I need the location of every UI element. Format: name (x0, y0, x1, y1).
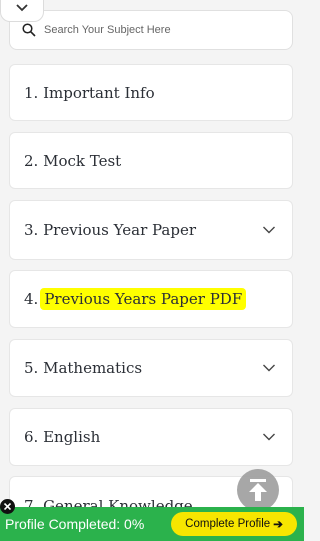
item-label: 2. Mock Test (24, 151, 122, 170)
list-item-important-info[interactable]: 1. Important Info (9, 64, 293, 121)
chevron-down-icon (263, 364, 275, 372)
chevron-down-icon (263, 433, 275, 441)
arrow-right-icon: ➔ (273, 519, 283, 531)
list-item-mathematics[interactable]: 5. Mathematics (9, 339, 293, 397)
list-item-mock-test[interactable]: 2. Mock Test (9, 132, 293, 189)
complete-profile-label: Complete Profile (185, 518, 271, 530)
close-icon (4, 503, 11, 510)
chevron-down-icon (16, 4, 28, 12)
item-label-highlighted: Previous Years Paper PDF (40, 288, 247, 310)
list-item-english[interactable]: 6. English (9, 408, 293, 466)
item-label: 1. Important Info (24, 83, 155, 102)
profile-completion-bar: Profile Completed: 0% Complete Profile ➔ (0, 507, 304, 541)
arrow-up-icon (249, 479, 267, 501)
complete-profile-button[interactable]: Complete Profile ➔ (171, 512, 297, 536)
item-label: 5. Mathematics (24, 359, 143, 377)
close-profile-bar-button[interactable] (0, 499, 15, 514)
item-label: 6. English (24, 428, 101, 446)
search-input[interactable] (44, 24, 274, 36)
search-bar[interactable] (9, 10, 293, 50)
search-icon (22, 23, 36, 37)
scroll-to-top-button[interactable] (237, 469, 279, 511)
list-item-previous-year-paper[interactable]: 3. Previous Year Paper (9, 200, 293, 260)
item-label: 3. Previous Year Paper (24, 221, 197, 239)
list-item-previous-years-paper-pdf[interactable]: 4. Previous Years Paper PDF (9, 270, 293, 328)
item-number: 4. (24, 290, 39, 308)
collapse-toggle-button[interactable] (0, 0, 44, 22)
profile-progress-text: Profile Completed: 0% (5, 516, 145, 532)
chevron-down-icon (263, 226, 275, 234)
